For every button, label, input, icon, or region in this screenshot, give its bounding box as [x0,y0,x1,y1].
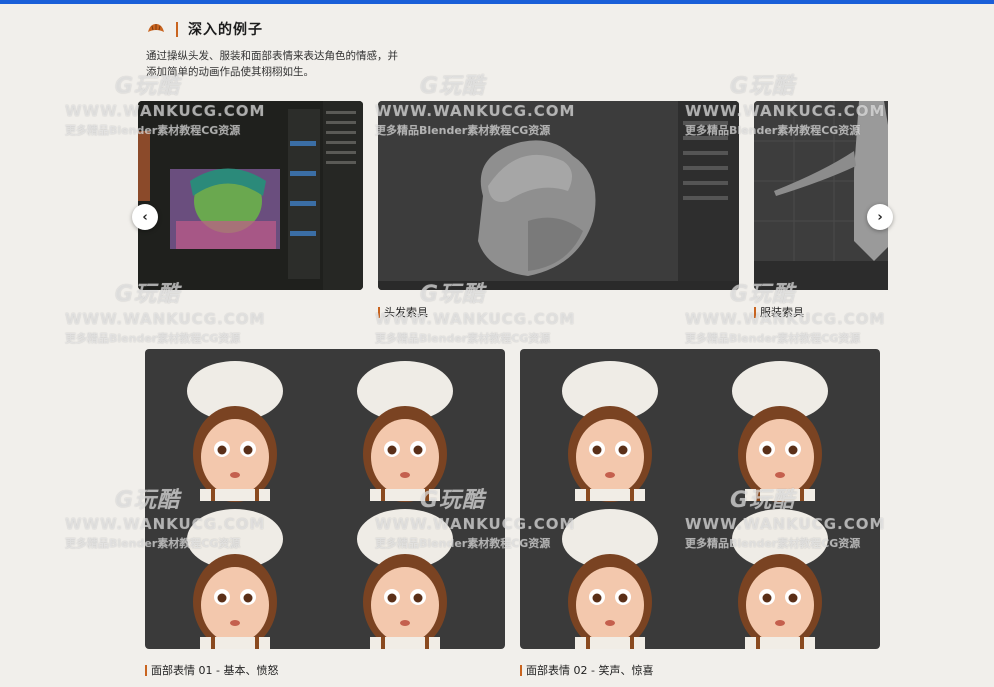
watermark-subtitle: 更多精品Blender素材教程CG资源 [685,332,861,345]
slide-3-caption-text: 服装索具 [760,306,804,319]
expression-panel-1-image [187,361,453,649]
slide-3-image [754,101,888,290]
top-accent-bar [0,0,994,4]
watermark-subtitle: 更多精品Blender素材教程CG资源 [65,332,241,345]
panel-1-caption-text: 面部表情 01 - 基本、愤怒 [151,664,279,677]
slide-2-image [378,101,739,290]
expression-panel-2 [520,349,880,649]
image-carousel: 头发索具 服装索具 [138,101,888,323]
caption-accent-bar [378,306,380,318]
slide-2-caption: 头发索具 [378,304,428,320]
carousel-prev-button[interactable]: ‹ [132,204,158,230]
panel-1-caption: 面部表情 01 - 基本、愤怒 [145,662,278,678]
carousel-slide-3[interactable] [754,101,888,290]
caption-accent-bar [145,664,147,676]
panel-2-caption-text: 面部表情 02 - 笑声、惊喜 [526,664,654,677]
section-header: 深入的例子 [146,19,263,39]
slide-2-caption-text: 头发索具 [384,306,428,319]
carousel-next-button[interactable]: › [867,204,893,230]
watermark-logo: G玩酷 [730,74,796,99]
expression-panel-2-image [562,361,828,649]
watermark-subtitle: 更多精品Blender素材教程CG资源 [375,332,551,345]
chevron-left-icon: ‹ [142,209,148,225]
carousel-slide-2[interactable] [378,101,739,290]
watermark-logo: G玩酷 [420,74,486,99]
slide-1-image [138,101,363,290]
panel-2-caption: 面部表情 02 - 笑声、惊喜 [520,662,653,678]
slide-3-caption: 服装索具 [754,304,804,320]
expression-panel-1 [145,349,505,649]
carousel-slide-1[interactable] [138,101,363,290]
section-title: 深入的例子 [188,22,263,38]
croissant-icon [146,19,166,39]
caption-accent-bar [520,664,522,676]
chevron-right-icon: › [877,209,883,225]
header-divider [176,21,178,37]
caption-accent-bar [754,306,756,318]
section-description: 通过操纵头发、服装和面部表情来表达角色的情感，并添加简单的动画作品使其栩栩如生。 [146,50,398,78]
